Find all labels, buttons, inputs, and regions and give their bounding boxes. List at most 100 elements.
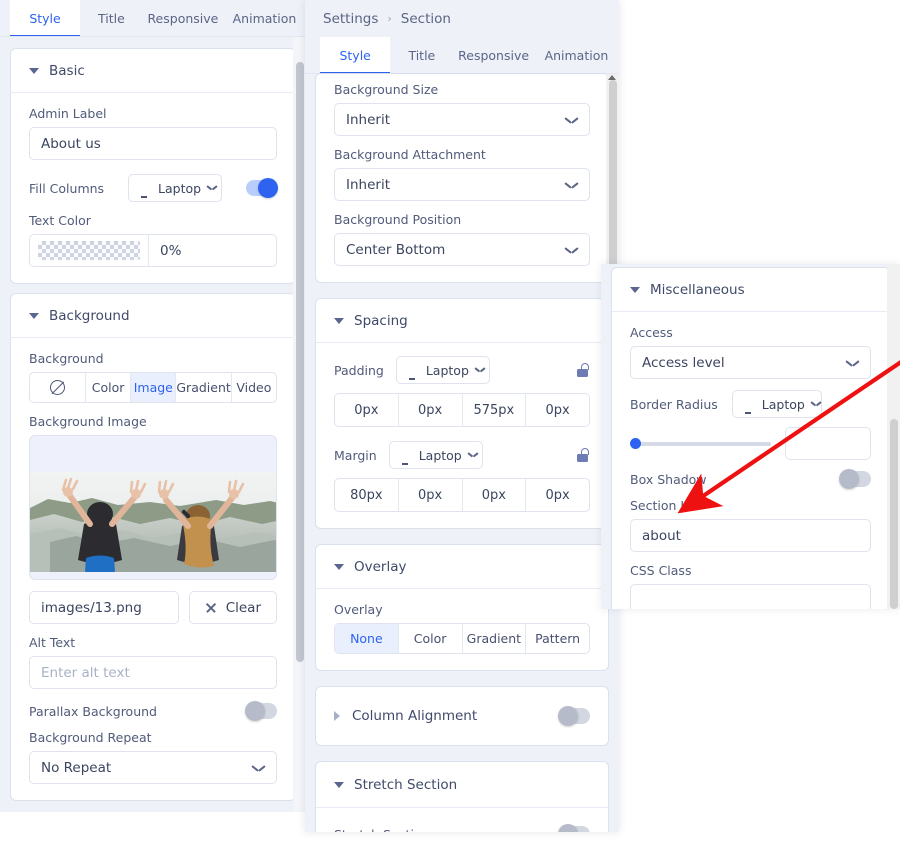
left-panel-tabbar: Style Title Responsive Animation xyxy=(0,0,306,37)
section-id-value: about xyxy=(642,527,681,544)
tab-title[interactable]: Title xyxy=(390,37,453,74)
card-miscellaneous-body: Access Access level Border Radius Laptop xyxy=(612,312,889,609)
background-type-none[interactable] xyxy=(30,373,86,402)
chevron-down-icon xyxy=(334,781,344,788)
border-radius-row: Border Radius Laptop xyxy=(630,390,871,418)
tab-responsive[interactable]: Responsive xyxy=(143,0,223,37)
background-position-value: Center Bottom xyxy=(346,241,446,258)
stretch-section-toggle[interactable] xyxy=(558,824,590,832)
background-type-video[interactable]: Video xyxy=(232,373,276,402)
tab-animation-label: Animation xyxy=(232,11,297,26)
tab-responsive-label: Responsive xyxy=(147,11,219,26)
overlay-pattern[interactable]: Pattern xyxy=(526,624,589,653)
overlay-color[interactable]: Color xyxy=(399,624,463,653)
margin-bottom-value: 0px xyxy=(481,487,506,503)
fill-columns-device-select[interactable]: Laptop xyxy=(128,174,223,202)
background-type-gradient[interactable]: Gradient xyxy=(176,373,232,402)
right-panel-scrollbar-thumb[interactable] xyxy=(889,419,898,609)
breadcrumb-root[interactable]: Settings xyxy=(323,11,378,27)
text-color-opacity-input[interactable]: 0% xyxy=(149,243,276,259)
background-size-select[interactable]: Inherit xyxy=(334,103,590,136)
tab-title[interactable]: Title xyxy=(80,0,143,37)
background-repeat-select[interactable]: No Repeat xyxy=(29,751,277,784)
card-miscellaneous-header[interactable]: Miscellaneous xyxy=(612,268,889,312)
section-id-input[interactable]: about xyxy=(630,519,871,552)
margin-top-input[interactable]: 80px xyxy=(335,479,399,511)
left-panel-scrollbar-thumb[interactable] xyxy=(295,62,304,662)
margin-right-input[interactable]: 0px xyxy=(399,479,463,511)
card-basic-header[interactable]: Basic xyxy=(11,49,295,93)
overlay-gradient-label: Gradient xyxy=(466,631,522,646)
admin-label-input[interactable]: About us xyxy=(29,127,277,160)
background-image-preview[interactable] xyxy=(29,435,277,580)
padding-header-row: Padding Laptop xyxy=(334,356,590,384)
padding-top-input[interactable]: 0px xyxy=(335,394,399,426)
margin-label: Margin xyxy=(334,447,377,463)
background-image-label: Background Image xyxy=(29,414,147,429)
parallax-toggle[interactable] xyxy=(245,701,277,721)
margin-device-select[interactable]: Laptop xyxy=(388,441,483,469)
image-path-value: images/13.png xyxy=(41,599,142,616)
padding-right-input[interactable]: 0px xyxy=(399,394,463,426)
clear-image-button[interactable]: Clear xyxy=(188,591,277,624)
background-type-segmented[interactable]: Color Image Gradient Video xyxy=(29,372,277,403)
box-shadow-toggle[interactable] xyxy=(839,469,871,489)
monitor-icon xyxy=(399,450,413,465)
card-background-header[interactable]: Background xyxy=(11,294,295,338)
background-size-value: Inherit xyxy=(346,111,390,128)
card-overlay-header[interactable]: Overlay xyxy=(316,545,608,589)
card-stretch-section-body: Stretch Section xyxy=(316,808,608,832)
access-level-select[interactable]: Access level xyxy=(630,346,871,379)
text-color-opacity-value: 0% xyxy=(160,242,182,259)
background-type-color[interactable]: Color xyxy=(86,373,132,402)
card-basic-title: Basic xyxy=(49,62,85,79)
parallax-row: Parallax Background xyxy=(29,701,277,721)
card-spacing-header[interactable]: Spacing xyxy=(316,299,608,343)
tab-animation[interactable]: Animation xyxy=(223,0,306,37)
card-stretch-section-header[interactable]: Stretch Section xyxy=(316,762,608,808)
photo-two-people-arms-raised xyxy=(30,472,276,572)
background-attachment-select[interactable]: Inherit xyxy=(334,168,590,201)
card-column-alignment-header[interactable]: Column Alignment xyxy=(316,687,608,745)
tab-style[interactable]: Style xyxy=(320,37,391,74)
background-position-select[interactable]: Center Bottom xyxy=(334,233,590,266)
breadcrumb-current[interactable]: Section xyxy=(401,11,451,27)
overlay-gradient[interactable]: Gradient xyxy=(463,624,527,653)
slider-knob[interactable] xyxy=(630,438,641,449)
parallax-label: Parallax Background xyxy=(29,703,157,719)
tab-style[interactable]: Style xyxy=(10,0,81,37)
margin-lock-icon[interactable] xyxy=(577,448,590,462)
border-radius-input[interactable] xyxy=(785,427,871,460)
border-radius-device-select[interactable]: Laptop xyxy=(731,390,822,418)
left-panel-scrollarea[interactable]: Basic Admin Label About us Fill Columns … xyxy=(0,37,306,812)
padding-inputs: 0px 0px 575px 0px xyxy=(334,393,590,427)
card-column-alignment[interactable]: Column Alignment xyxy=(316,687,608,745)
background-type-image-label: Image xyxy=(133,380,173,395)
middle-panel-scrollarea[interactable]: Background Size Inherit Background Attac… xyxy=(305,74,619,832)
overlay-none[interactable]: None xyxy=(335,624,399,653)
box-shadow-row: Box Shadow xyxy=(630,469,871,489)
image-path-input[interactable]: images/13.png xyxy=(29,591,179,624)
tab-responsive[interactable]: Responsive xyxy=(453,37,534,74)
alt-text-input[interactable]: Enter alt text xyxy=(29,656,277,689)
background-type-image[interactable]: Image xyxy=(131,373,177,402)
border-radius-slider[interactable] xyxy=(630,436,771,452)
margin-bottom-input[interactable]: 0px xyxy=(463,479,527,511)
padding-device-select[interactable]: Laptop xyxy=(395,356,490,384)
tab-title-label: Title xyxy=(408,48,436,63)
admin-label-value: About us xyxy=(41,135,101,152)
column-alignment-toggle[interactable] xyxy=(558,706,590,726)
padding-bottom-input[interactable]: 575px xyxy=(463,394,527,426)
text-color-swatch[interactable] xyxy=(30,235,149,266)
padding-left-input[interactable]: 0px xyxy=(526,394,589,426)
tab-animation[interactable]: Animation xyxy=(534,37,619,74)
left-settings-panel: Style Title Responsive Animation Basic A… xyxy=(0,0,306,812)
fill-columns-toggle[interactable] xyxy=(246,178,278,198)
padding-lock-icon[interactable] xyxy=(577,363,590,377)
margin-left-input[interactable]: 0px xyxy=(526,479,589,511)
css-class-input[interactable] xyxy=(630,584,871,609)
overlay-segmented[interactable]: None Color Gradient Pattern xyxy=(334,623,590,654)
chevron-down-icon xyxy=(565,181,578,189)
middle-panel-scroll-up-arrow-icon[interactable] xyxy=(608,75,616,80)
background-type-label: Background xyxy=(29,351,104,366)
